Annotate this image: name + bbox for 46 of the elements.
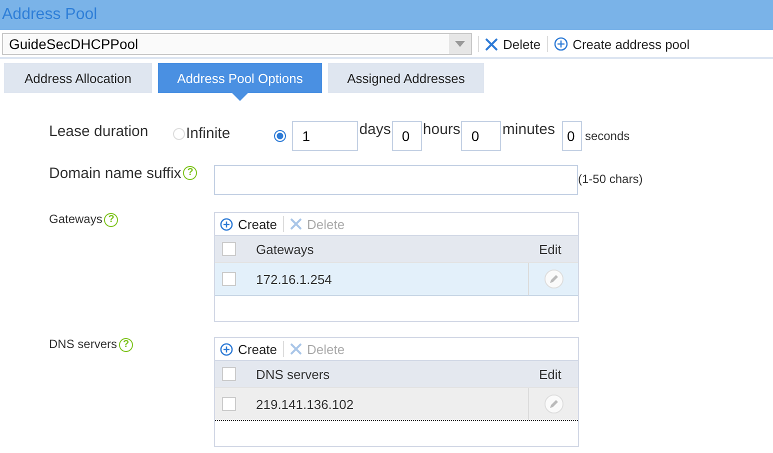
plus-circle-icon xyxy=(220,342,233,356)
input-field[interactable] xyxy=(214,165,578,195)
unit-label: seconds xyxy=(584,128,630,143)
plus-circle-icon xyxy=(220,218,233,230)
pencil-icon[interactable] xyxy=(544,394,564,414)
unit-label: minutes xyxy=(502,121,555,138)
field-label: Gateways xyxy=(49,212,102,226)
create-button[interactable]: Create address pool xyxy=(554,36,690,52)
checkbox[interactable] xyxy=(222,367,236,381)
hint-text: (1-50 chars) xyxy=(578,171,643,186)
pool-select[interactable]: GuideSecDHCPPool xyxy=(2,33,472,55)
table-row[interactable]: 219.141.136.102 xyxy=(215,387,578,421)
column-header: Edit xyxy=(539,242,562,256)
checkbox[interactable] xyxy=(222,397,236,411)
pencil-icon[interactable] xyxy=(544,269,564,289)
close-icon xyxy=(485,38,498,50)
delete-button[interactable]: Delete xyxy=(485,36,541,52)
tab-pointer xyxy=(232,93,248,101)
tab[interactable]: Assigned Addresses xyxy=(328,63,484,93)
number-field[interactable]: 1 xyxy=(292,121,358,151)
radio-label: Infinite xyxy=(186,125,230,142)
field-label: DNS servers xyxy=(49,337,118,351)
number-field[interactable]: 0 xyxy=(562,121,582,151)
caret-icon xyxy=(455,41,465,47)
field-label: Domain name suffix xyxy=(49,165,182,182)
column-header: Edit xyxy=(539,366,562,382)
plus-circle-icon xyxy=(554,37,568,51)
column-header: Gateways xyxy=(256,242,315,256)
column-header: DNS servers xyxy=(256,366,331,382)
close-icon xyxy=(290,218,302,230)
field-label: Lease duration xyxy=(49,122,150,140)
create-button[interactable]: Create xyxy=(220,216,278,232)
unit-label: days xyxy=(359,121,391,138)
checkbox[interactable] xyxy=(222,272,236,286)
number-field[interactable]: 0 xyxy=(392,121,422,151)
table-row[interactable]: 172.16.1.254 xyxy=(215,262,578,296)
table-cell-text: 172.16.1.254 xyxy=(256,272,333,286)
create-button[interactable]: Create xyxy=(220,342,278,356)
checkbox[interactable] xyxy=(222,242,236,256)
radio-button[interactable] xyxy=(274,130,286,142)
unit-label: hours xyxy=(422,121,460,138)
tab[interactable]: Address Allocation xyxy=(4,63,152,93)
window-title: Address Pool xyxy=(2,6,98,24)
number-field[interactable]: 0 xyxy=(461,121,502,151)
table-cell-text: 219.141.136.102 xyxy=(256,396,355,412)
close-icon xyxy=(290,343,302,355)
